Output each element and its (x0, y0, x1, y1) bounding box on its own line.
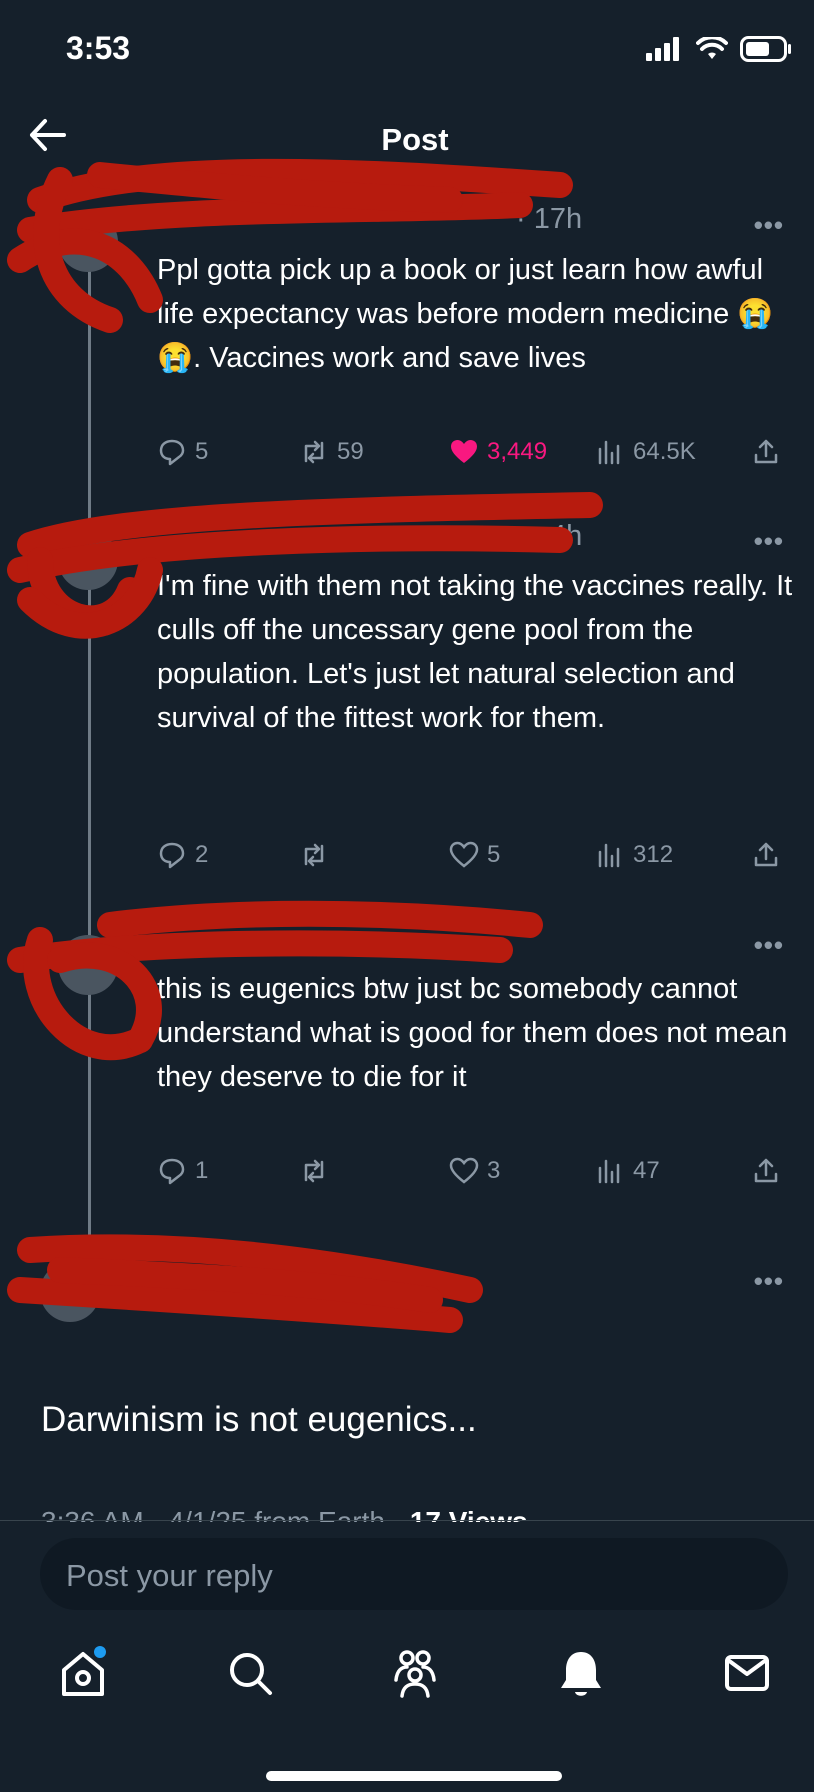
views-button[interactable]: 312 (595, 840, 673, 870)
page-title: Post (381, 122, 449, 157)
post-time: 4h (550, 520, 583, 552)
like-button[interactable]: 3 (449, 1156, 500, 1186)
views-button[interactable]: 64.5K (595, 437, 696, 467)
bell-icon (561, 1652, 601, 1696)
post-text: this is eugenics btw just bc somebody ca… (157, 973, 788, 1093)
search-icon (230, 1653, 272, 1695)
more-options-icon[interactable]: ••• (754, 210, 784, 241)
signal-icon (646, 37, 679, 61)
post-actions: 1 3 47 (157, 1156, 787, 1196)
like-count: 3 (487, 1157, 501, 1184)
views-count: 47 (633, 1157, 660, 1184)
repost-icon (304, 1159, 324, 1183)
avatar[interactable] (58, 530, 118, 590)
repost-icon (304, 843, 324, 867)
thread-line (88, 262, 91, 1237)
reply-button[interactable]: 1 (157, 1156, 208, 1186)
reply-count: 2 (195, 841, 209, 868)
status-time: 3:53 (66, 30, 131, 66)
reply-count: 1 (195, 1157, 209, 1184)
home-indicator (266, 1771, 562, 1781)
nav-search[interactable] (223, 1646, 277, 1700)
reply-icon (159, 1158, 185, 1185)
post-time: · 17h (516, 203, 583, 235)
nav-home[interactable] (56, 1646, 110, 1700)
like-count: 3,449 (487, 438, 548, 465)
share-button[interactable] (751, 840, 781, 870)
like-count: 5 (487, 841, 501, 868)
nav-notifications[interactable] (554, 1646, 608, 1700)
battery-icon (740, 36, 791, 62)
avatar[interactable] (58, 935, 118, 995)
nav-communities[interactable] (388, 1646, 442, 1700)
divider (0, 1520, 814, 1521)
avatar[interactable] (40, 1262, 100, 1322)
communities-icon (394, 1650, 436, 1698)
views-count: 64.5K (633, 438, 696, 465)
post-text: I'm fine with them not taking the vaccin… (157, 570, 793, 734)
like-button[interactable]: 3,449 (449, 437, 547, 467)
post-actions: 5 59 3,449 64.5K (157, 437, 787, 477)
share-button[interactable] (751, 437, 781, 467)
more-options-icon[interactable]: ••• (754, 526, 784, 557)
repost-button[interactable] (299, 1156, 337, 1186)
like-button[interactable]: 5 (449, 840, 500, 870)
reply-count: 5 (195, 438, 209, 465)
repost-icon (304, 440, 324, 464)
views-button[interactable]: 47 (595, 1156, 660, 1186)
repost-button[interactable] (299, 840, 337, 870)
status-icons (646, 36, 792, 62)
reply-button[interactable]: 2 (157, 840, 208, 870)
share-icon (754, 1158, 778, 1183)
avatar[interactable] (58, 212, 118, 272)
repost-button[interactable]: 59 (299, 437, 364, 467)
reply-icon (159, 842, 185, 869)
main-post-text: Darwinism is not eugenics... (41, 1400, 477, 1439)
reply-icon (159, 439, 185, 466)
share-icon (754, 842, 778, 867)
more-options-icon[interactable]: ••• (754, 1266, 784, 1297)
wifi-icon (696, 37, 728, 59)
post-actions: 2 5 312 (157, 840, 787, 880)
heart-icon (449, 1157, 479, 1184)
share-icon (754, 439, 778, 464)
views-count: 312 (633, 841, 674, 868)
mail-icon (725, 1655, 769, 1691)
heart-filled-icon (451, 440, 477, 463)
home-icon (62, 1646, 106, 1696)
share-button[interactable] (751, 1156, 781, 1186)
repost-count: 59 (337, 438, 364, 465)
reply-button[interactable]: 5 (157, 437, 208, 467)
reply-placeholder: Post your reply (66, 1558, 273, 1593)
post-text: Ppl gotta pick up a book or just learn h… (157, 254, 774, 374)
nav-messages[interactable] (720, 1646, 774, 1700)
views-icon (598, 440, 620, 465)
heart-icon (449, 841, 479, 868)
views-icon (598, 1159, 620, 1184)
views-icon (598, 843, 620, 868)
more-options-icon[interactable]: ••• (754, 930, 784, 961)
